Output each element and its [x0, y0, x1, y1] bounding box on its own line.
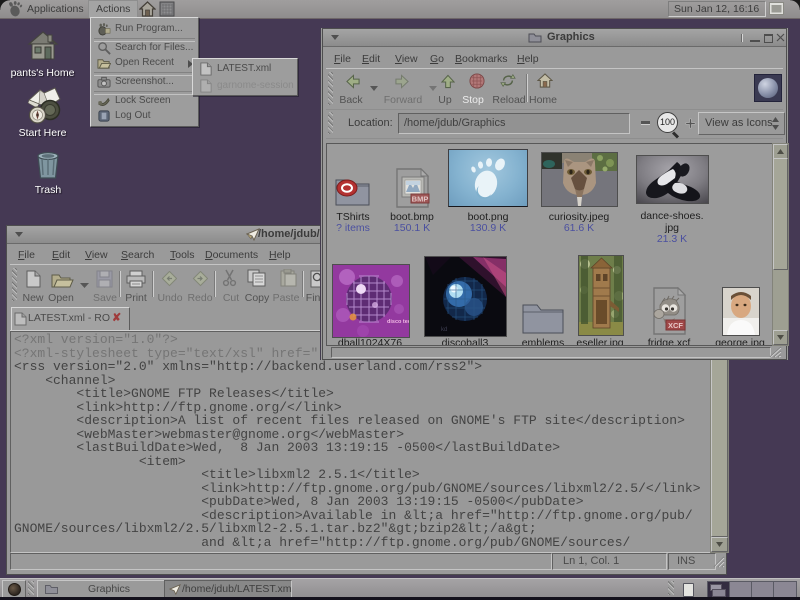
svg-text:kd: kd [441, 327, 447, 333]
svg-text:XCF: XCF [668, 321, 683, 330]
svg-text:disco tech: disco tech [387, 319, 409, 325]
svg-text:BMP: BMP [412, 195, 429, 204]
